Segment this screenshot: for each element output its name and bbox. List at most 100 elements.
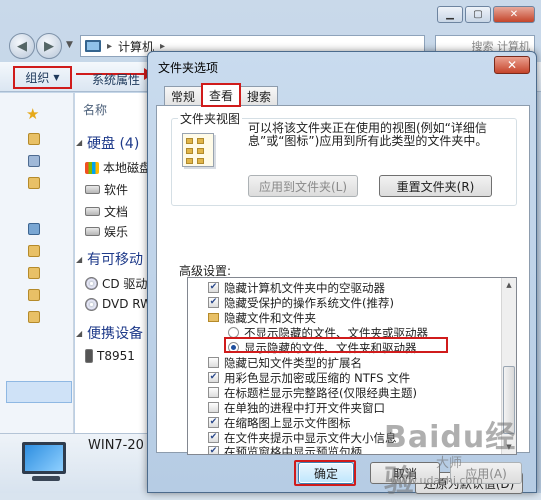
collapse-icon[interactable]: ◢ [76, 329, 82, 338]
checkbox[interactable] [208, 357, 219, 368]
folder-icon[interactable] [28, 311, 40, 323]
windows-drive-icon [85, 161, 99, 174]
setting-label: 用彩色显示加密或压缩的 NTFS 文件 [224, 370, 411, 385]
favorites-star-icon[interactable]: ★ [26, 105, 39, 123]
collapse-icon[interactable]: ◢ [76, 138, 82, 147]
folder-options-dialog: 文件夹选项 ✕ 常规 查看 搜索 文件夹视图 可以将该文件夹正在使用的视图(例如… [147, 51, 537, 494]
drive-icon [85, 207, 100, 216]
setting-row[interactable]: 隐藏已知文件类型的扩展名 [208, 355, 362, 370]
setting-row[interactable]: 显示隐藏的文件、文件夹和驱动器 [228, 340, 417, 355]
checkbox[interactable]: ✔ [208, 282, 219, 293]
group-portable-devices[interactable]: 便携设备 [87, 323, 143, 343]
arrow-left-icon: ◀ [17, 38, 27, 54]
setting-label: 在单独的进程中打开文件夹窗口 [224, 400, 385, 415]
history-dropdown-icon[interactable]: ▼ [66, 40, 73, 50]
navigation-pane: ★ [0, 93, 74, 433]
checkbox[interactable]: ✔ [208, 297, 219, 308]
drive-label: 娱乐 [104, 225, 129, 239]
group-hard-disks[interactable]: 硬盘 (4) [87, 133, 139, 153]
apply-button[interactable]: 应用(A) [450, 462, 522, 484]
tab-view[interactable]: 查看 [201, 83, 242, 107]
back-button[interactable]: ◀ [9, 33, 35, 59]
setting-row[interactable]: ✔ 用彩色显示加密或压缩的 NTFS 文件 [208, 370, 410, 385]
scroll-up-icon[interactable]: ▲ [502, 278, 516, 292]
checkbox[interactable]: ✔ [208, 446, 219, 454]
setting-label: 不显示隐藏的文件、文件夹或驱动器 [244, 325, 428, 340]
advanced-settings-list[interactable]: ✔ 隐藏计算机文件夹中的空驱动器 ✔ 隐藏受保护的操作系统文件(推荐) 隐藏文件和文… [187, 277, 517, 455]
scrollbar-thumb[interactable] [503, 366, 515, 434]
checkbox[interactable] [208, 402, 219, 413]
group-removable[interactable]: 有可移动 [87, 249, 143, 269]
radio-button[interactable] [228, 327, 239, 338]
dialog-close-button[interactable]: ✕ [494, 56, 530, 74]
list-item[interactable]: T8951 [85, 349, 135, 363]
setting-row[interactable]: ✔ 隐藏计算机文件夹中的空驱动器 [208, 280, 385, 295]
forward-button[interactable]: ▶ [36, 33, 62, 59]
cancel-button[interactable]: 取消 [370, 462, 440, 484]
dialog-title: 文件夹选项 [158, 61, 219, 75]
system-properties-button[interactable]: 系统属性 [92, 71, 140, 88]
setting-label: 在预览窗格中显示预览句柄 [224, 444, 362, 455]
collapse-icon[interactable]: ◢ [76, 255, 82, 264]
list-item[interactable]: 本地磁盘 [85, 159, 151, 176]
drive-icon [85, 227, 100, 236]
annotation-highlight-box [294, 460, 356, 486]
reset-folders-button[interactable]: 重置文件夹(R) [379, 175, 492, 197]
nav-item-computer-selected[interactable] [6, 381, 72, 403]
drive-label: CD 驱动 [102, 277, 148, 291]
setting-label: 隐藏文件和文件夹 [224, 310, 316, 325]
list-item[interactable]: 软件 [85, 181, 128, 198]
drive-label: 软件 [104, 183, 129, 197]
organize-button[interactable]: 组织 ▼ [13, 66, 72, 89]
phone-icon [85, 349, 93, 363]
drive-label: DVD RW [102, 297, 153, 311]
folder-icon[interactable] [28, 267, 40, 279]
setting-label: 显示隐藏的文件、文件夹和驱动器 [244, 340, 417, 355]
list-item[interactable]: DVD RW [85, 297, 152, 311]
folder-views-group: 文件夹视图 可以将该文件夹正在使用的视图(例如“详细信息”或“图标”)应用到所有… [171, 110, 517, 206]
window-controls: ▁ ▢ ✕ [437, 6, 535, 23]
view-tab-panel: 文件夹视图 可以将该文件夹正在使用的视图(例如“详细信息”或“图标”)应用到所有… [156, 105, 530, 494]
setting-label: 在缩略图上显示文件图标 [224, 415, 351, 430]
checkbox[interactable]: ✔ [208, 432, 219, 443]
column-header-name[interactable]: 名称 [83, 101, 107, 118]
drive-label: T8951 [97, 349, 135, 363]
scroll-down-icon[interactable]: ▼ [502, 440, 516, 454]
folder-icon[interactable] [28, 245, 40, 257]
setting-row[interactable]: 不显示隐藏的文件、文件夹或驱动器 [228, 325, 428, 340]
folder-icon [208, 313, 219, 322]
folder-icon[interactable] [28, 155, 40, 167]
folder-icon[interactable] [28, 133, 40, 145]
setting-row[interactable]: 在单独的进程中打开文件夹窗口 [208, 400, 385, 415]
file-list: 名称 ◢ 硬盘 (4) 本地磁盘 软件 文档 娱乐 ◢ 有可移动 CD 驱动 D… [75, 93, 155, 433]
setting-row[interactable]: ✔ 在预览窗格中显示预览句柄 [208, 444, 362, 455]
radio-button-selected[interactable] [228, 342, 239, 353]
list-item[interactable]: 文档 [85, 203, 128, 220]
maximize-button[interactable]: ▢ [465, 6, 491, 23]
checkbox[interactable]: ✔ [208, 372, 219, 383]
checkbox[interactable] [208, 387, 219, 398]
setting-row[interactable]: ✔ 隐藏受保护的操作系统文件(推荐) [208, 295, 394, 310]
list-item[interactable]: CD 驱动 [85, 275, 147, 292]
scrollbar[interactable]: ▲ ▼ [501, 278, 516, 454]
folder-icon[interactable] [28, 289, 40, 301]
checkbox[interactable]: ✔ [208, 417, 219, 428]
tab-search[interactable]: 搜索 [240, 86, 279, 106]
setting-row[interactable]: ✔ 在缩略图上显示文件图标 [208, 415, 351, 430]
setting-row[interactable]: 在标题栏显示完整路径(仅限经典主题) [208, 385, 417, 400]
chevron-right-icon[interactable]: ▸ [107, 41, 112, 52]
folder-icon[interactable] [28, 177, 40, 189]
chevron-right-icon[interactable]: ▸ [160, 41, 165, 52]
apply-to-folders-button[interactable]: 应用到文件夹(L) [248, 175, 358, 197]
computer-icon [85, 40, 101, 52]
drive-label: 文档 [104, 205, 129, 219]
organize-label: 组织 [25, 71, 50, 85]
list-item[interactable]: 娱乐 [85, 223, 128, 240]
tab-general[interactable]: 常规 [164, 86, 203, 106]
close-button[interactable]: ✕ [493, 6, 535, 23]
minimize-button[interactable]: ▁ [437, 6, 463, 23]
monitor-icon [22, 442, 66, 474]
dvd-drive-icon [85, 297, 98, 311]
library-icon[interactable] [28, 223, 40, 235]
setting-group-row: 隐藏文件和文件夹 [208, 310, 316, 325]
